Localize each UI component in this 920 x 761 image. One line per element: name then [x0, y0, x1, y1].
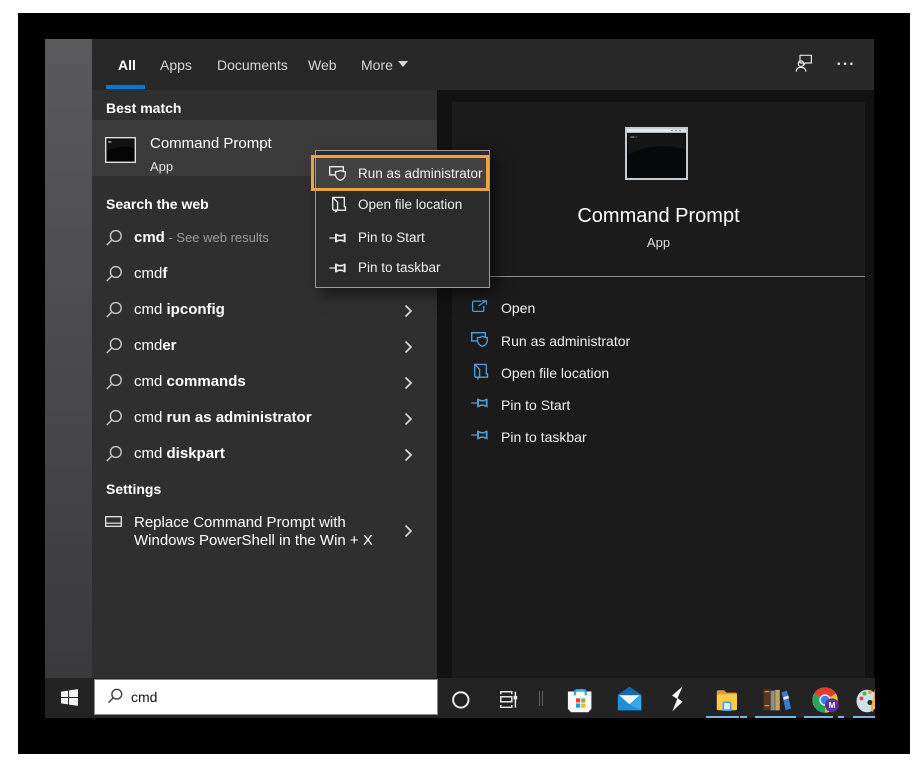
- svg-text:M: M: [828, 701, 835, 710]
